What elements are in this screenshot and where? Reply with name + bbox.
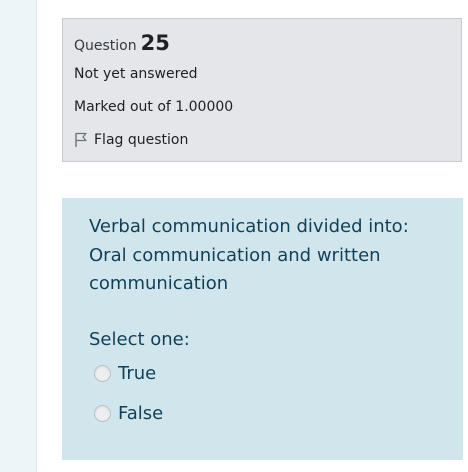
- question-info-panel: Question 25 Not yet answered Marked out o…: [62, 18, 462, 162]
- question-grade: Marked out of 1.00000: [74, 99, 234, 115]
- flag-icon: [74, 132, 88, 148]
- question-state: Not yet answered: [74, 66, 198, 82]
- question-number-heading: Question 25: [74, 31, 170, 55]
- radio-button-true[interactable]: [94, 365, 111, 382]
- question-content-panel: Verbal communication divided into: Oral …: [62, 198, 463, 460]
- radio-button-false[interactable]: [94, 405, 111, 422]
- answer-option-label: False: [118, 403, 164, 424]
- answer-option-true[interactable]: True: [94, 363, 156, 384]
- question-word: Question: [74, 38, 137, 54]
- answer-option-false[interactable]: False: [94, 403, 163, 424]
- question-text: Verbal communication divided into: Oral …: [89, 216, 409, 294]
- answer-prompt: Select one:: [89, 329, 190, 350]
- left-sidebar-rail: [0, 0, 37, 472]
- question-number: 25: [140, 31, 170, 55]
- flag-question-link[interactable]: Flag question: [74, 132, 188, 148]
- flag-question-label: Flag question: [94, 132, 189, 148]
- answer-option-label: True: [118, 363, 157, 384]
